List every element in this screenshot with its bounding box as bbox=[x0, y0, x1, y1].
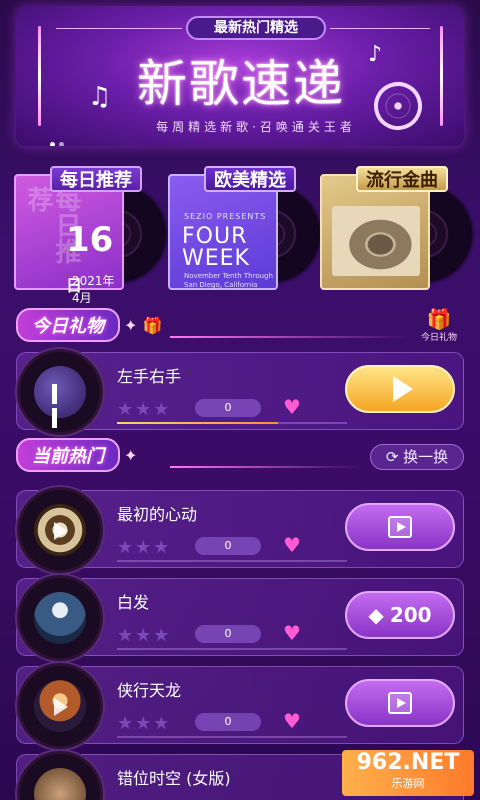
song-progress bbox=[117, 560, 347, 562]
album-art bbox=[34, 768, 86, 800]
divider bbox=[170, 466, 360, 468]
album-art bbox=[34, 592, 86, 644]
turntable-photo bbox=[332, 206, 420, 276]
category-pop[interactable]: 流行金曲 bbox=[320, 166, 472, 290]
swap-button[interactable]: ⟳ 换一换 bbox=[370, 444, 464, 470]
site-watermark: 962.NET 乐游网 bbox=[342, 750, 474, 796]
heart-icon[interactable]: ♥ bbox=[283, 621, 301, 645]
gift-button[interactable]: 🎁 今日礼物 bbox=[416, 307, 462, 343]
watermark-logo: 962.NET bbox=[356, 750, 460, 775]
category-label: 每日推荐 bbox=[50, 166, 142, 192]
heart-icon[interactable]: ♥ bbox=[283, 533, 301, 557]
star-rating: ★★★ bbox=[117, 713, 172, 734]
song-score: 0 bbox=[195, 625, 261, 643]
song-progress bbox=[117, 648, 347, 650]
watermark-text: 乐游网 bbox=[391, 777, 425, 790]
category-daily[interactable]: 每日推荐 16日 2021年4月 每日推荐 bbox=[14, 166, 166, 305]
heart-icon[interactable]: ♥ bbox=[283, 395, 301, 419]
song-avatar[interactable] bbox=[17, 349, 103, 435]
cover-presents: SEZIO PRESENTS bbox=[184, 212, 267, 221]
song-title: 左手右手 bbox=[117, 367, 182, 386]
song-row[interactable]: 最初的心动 ★★★ 0 ♥ bbox=[16, 487, 464, 573]
star-rating: ★★★ bbox=[117, 625, 172, 646]
music-note-icon: ♫ bbox=[88, 82, 112, 112]
song-title: 白发 bbox=[117, 593, 150, 612]
star-rating: ★★★ bbox=[117, 399, 172, 420]
progress-fill bbox=[117, 422, 278, 424]
play-icon bbox=[54, 698, 68, 716]
song-row[interactable]: 侠行天龙 ★★★ 0 ♥ bbox=[16, 663, 464, 749]
divider bbox=[170, 336, 410, 338]
song-avatar[interactable] bbox=[17, 575, 103, 661]
gift-button-label: 今日礼物 bbox=[420, 333, 457, 343]
category-label: 流行金曲 bbox=[356, 166, 448, 192]
section-title: 今日礼物 bbox=[16, 308, 120, 342]
song-row[interactable]: 白发 ★★★ 0 ♥ ◆ 200 bbox=[16, 575, 464, 661]
banner-pill: 最新热门精选 bbox=[186, 16, 326, 40]
song-avatar[interactable] bbox=[17, 487, 103, 573]
heart-icon[interactable]: ♥ bbox=[283, 709, 301, 733]
banner-pagination bbox=[50, 132, 68, 146]
song-title: 侠行天龙 bbox=[117, 681, 182, 700]
video-button[interactable] bbox=[345, 679, 455, 727]
banner-left-line bbox=[38, 26, 41, 126]
diamond-icon: ◆ bbox=[368, 603, 384, 627]
video-icon bbox=[388, 516, 412, 538]
song-title: 最初的心动 bbox=[117, 505, 198, 524]
gift-section-header: 今日礼物 ✦ 🎁 bbox=[16, 308, 163, 342]
song-progress bbox=[117, 736, 347, 738]
play-button[interactable] bbox=[345, 365, 455, 413]
section-title: 当前热门 bbox=[16, 438, 120, 472]
cover-title: FOUR WEEK bbox=[182, 224, 250, 271]
month-label: 2021年4月 bbox=[72, 274, 115, 305]
sparkle-icon: ✦ 🎁 bbox=[124, 315, 163, 335]
top-banner[interactable]: 最新热门精选 新歌速递 ♫ ♪ 每周精选新歌·召唤通关王者 bbox=[16, 6, 464, 146]
star-rating: ★★★ bbox=[117, 537, 172, 558]
cover-small-text: November Tenth Through San Diego, Califo… bbox=[184, 272, 273, 289]
song-avatar[interactable] bbox=[17, 751, 103, 800]
song-score: 0 bbox=[195, 537, 261, 555]
diamond-count: 200 bbox=[389, 603, 432, 627]
category-label: 欧美精选 bbox=[204, 166, 296, 192]
banner-subtitle: 每周精选新歌·召唤通关王者 bbox=[156, 120, 356, 134]
song-title: 错位时空 (女版) bbox=[117, 769, 231, 788]
song-avatar[interactable] bbox=[17, 663, 103, 749]
song-score: 0 bbox=[195, 399, 261, 417]
play-icon bbox=[393, 376, 413, 402]
pill-left-line bbox=[56, 28, 182, 29]
music-note-icon: ♪ bbox=[368, 42, 383, 67]
play-icon bbox=[54, 522, 68, 540]
gift-icon: 🎁 bbox=[426, 307, 452, 331]
banner-right-line bbox=[440, 26, 443, 126]
song-row[interactable]: 左手右手 ★★★ 0 ♥ bbox=[16, 349, 464, 435]
video-icon bbox=[388, 692, 412, 714]
song-score: 0 bbox=[195, 713, 261, 731]
swap-label: 换一换 bbox=[403, 448, 449, 466]
banner-title: 新歌速递 bbox=[137, 55, 345, 113]
sparkle-icon: ✦ bbox=[124, 445, 138, 465]
video-button[interactable] bbox=[345, 503, 455, 551]
unlock-diamond-button[interactable]: ◆ 200 bbox=[345, 591, 455, 639]
pill-right-line bbox=[330, 28, 430, 29]
category-western[interactable]: SEZIO PRESENTS FOUR WEEK November Tenth … bbox=[168, 166, 320, 290]
hot-section-header: 当前热门 ✦ bbox=[16, 438, 138, 472]
pause-icon bbox=[52, 384, 70, 428]
song-progress bbox=[117, 422, 347, 424]
refresh-icon: ⟳ bbox=[385, 448, 404, 466]
